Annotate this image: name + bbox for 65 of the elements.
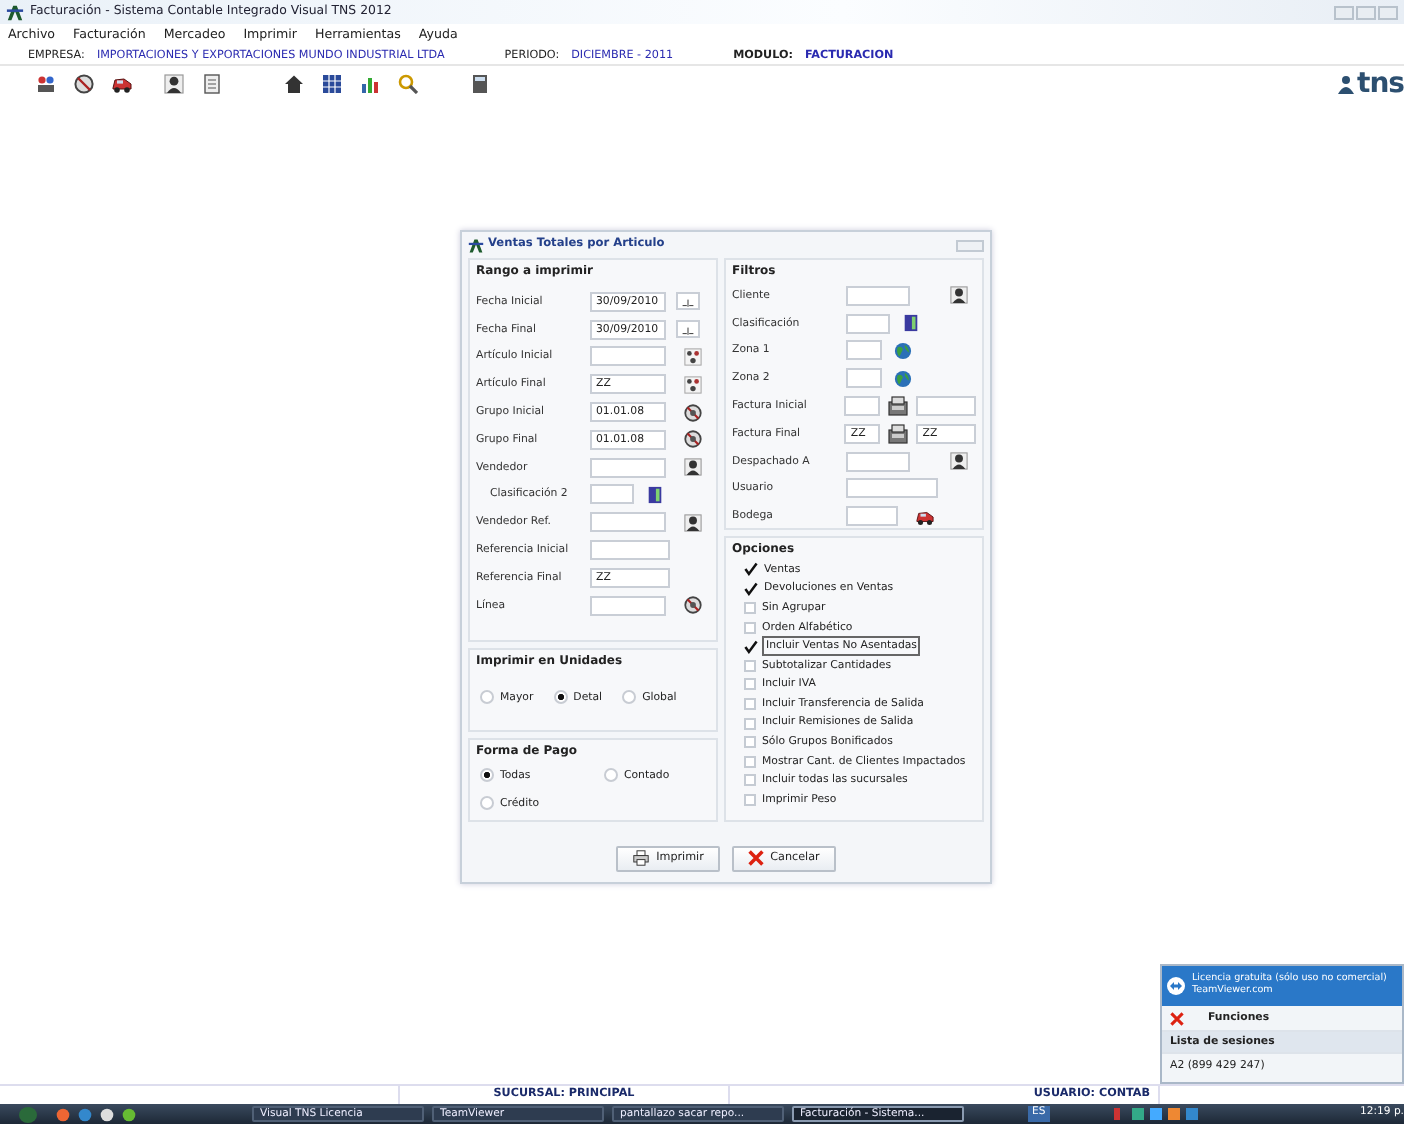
person-icon[interactable] bbox=[164, 74, 184, 94]
input-field[interactable] bbox=[590, 512, 666, 533]
chart-icon[interactable] bbox=[360, 74, 380, 94]
app-icon bbox=[468, 237, 484, 253]
globe-icon[interactable] bbox=[894, 341, 912, 360]
input-field[interactable] bbox=[590, 595, 666, 616]
person-icon[interactable] bbox=[950, 286, 968, 305]
printer-icon bbox=[632, 850, 651, 866]
globe-icon[interactable] bbox=[894, 369, 912, 388]
input-field[interactable] bbox=[846, 368, 882, 389]
input-field[interactable] bbox=[846, 313, 890, 334]
house-icon[interactable] bbox=[284, 74, 304, 94]
close-icon bbox=[748, 850, 765, 866]
checkbox[interactable] bbox=[744, 697, 756, 710]
close-icon[interactable] bbox=[1170, 1011, 1184, 1025]
person-icon[interactable] bbox=[684, 513, 702, 532]
input-field[interactable] bbox=[846, 285, 910, 306]
checkbox[interactable] bbox=[744, 621, 756, 634]
disc-icon[interactable] bbox=[74, 74, 94, 94]
checkbox[interactable] bbox=[744, 774, 756, 787]
input-field[interactable] bbox=[590, 457, 666, 478]
input-field[interactable] bbox=[844, 396, 881, 417]
checkbox[interactable] bbox=[744, 659, 756, 672]
input-field[interactable] bbox=[590, 484, 634, 505]
disc-icon[interactable] bbox=[684, 596, 702, 615]
checkmark-icon[interactable] bbox=[744, 562, 758, 577]
person-icon[interactable] bbox=[950, 452, 968, 471]
person-icon[interactable] bbox=[684, 458, 702, 477]
logo-icon bbox=[1335, 72, 1355, 96]
input-field[interactable] bbox=[846, 451, 910, 472]
register-icon[interactable] bbox=[888, 423, 909, 444]
truck-icon[interactable] bbox=[112, 74, 132, 94]
people-icon[interactable] bbox=[36, 74, 56, 94]
input-field[interactable] bbox=[846, 478, 938, 499]
checkbox[interactable] bbox=[744, 793, 756, 806]
document-icon[interactable] bbox=[202, 74, 222, 94]
grid-icon[interactable] bbox=[684, 347, 702, 366]
checkbox[interactable] bbox=[744, 755, 756, 768]
date-picker-icon bbox=[680, 295, 696, 308]
calculator-icon[interactable] bbox=[470, 74, 490, 94]
date-picker-button[interactable] bbox=[676, 292, 700, 311]
tray-icons[interactable] bbox=[1113, 1106, 1198, 1122]
checkbox[interactable] bbox=[744, 601, 756, 614]
truck-icon[interactable] bbox=[916, 507, 934, 526]
checkbox[interactable] bbox=[744, 736, 756, 749]
disc-icon[interactable] bbox=[684, 430, 702, 449]
input-field[interactable] bbox=[846, 506, 898, 527]
grid-icon[interactable] bbox=[684, 375, 702, 394]
input-field[interactable] bbox=[590, 346, 666, 367]
book-icon[interactable] bbox=[646, 485, 664, 504]
input-field[interactable] bbox=[846, 340, 882, 361]
input-field[interactable] bbox=[590, 540, 670, 561]
checkmark-icon[interactable] bbox=[744, 639, 758, 654]
checkbox[interactable] bbox=[744, 717, 756, 730]
date-picker-icon bbox=[680, 323, 696, 336]
checkbox[interactable] bbox=[744, 678, 756, 691]
app-icon bbox=[6, 3, 24, 21]
logo-text: tns bbox=[1357, 65, 1404, 103]
table-icon[interactable] bbox=[322, 74, 342, 94]
register-icon[interactable] bbox=[888, 396, 909, 417]
magnifier-icon[interactable] bbox=[398, 74, 418, 94]
disc-icon[interactable] bbox=[684, 403, 702, 422]
checkmark-icon[interactable] bbox=[744, 581, 758, 596]
book-icon[interactable] bbox=[902, 314, 920, 333]
input-field[interactable] bbox=[916, 396, 976, 417]
